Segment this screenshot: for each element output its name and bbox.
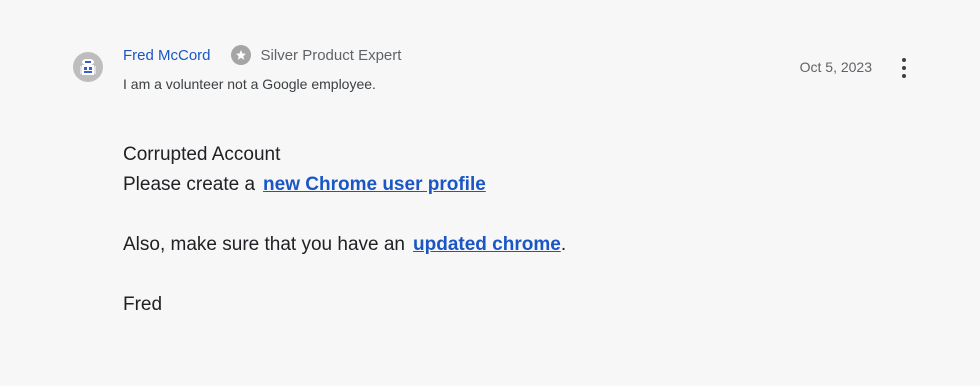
body-line-update-suffix: .	[560, 234, 567, 255]
star-icon	[230, 45, 251, 65]
body-line-heading: Corrupted Account	[123, 144, 281, 165]
body-line-update-text: Also, make sure that you have an	[123, 234, 405, 255]
author-avatar[interactable]	[73, 52, 103, 82]
body-line-profile-text: Please create a	[123, 174, 256, 195]
signature: Fred	[123, 294, 163, 315]
expert-badge-label: Silver Product Expert	[260, 46, 402, 64]
body-line-profile: Please create a new Chrome user profile	[123, 170, 566, 200]
post-date: Oct 5, 2023	[799, 59, 872, 75]
author-name-link[interactable]: Fred McCord	[123, 47, 211, 64]
forum-reply: Fred McCord Silver Product Expert I am a…	[0, 0, 980, 386]
robot-avatar-icon	[80, 59, 96, 75]
author-disclaimer: I am a volunteer not a Google employee.	[123, 76, 376, 92]
post-body: Corrupted Account Please create a new Chr…	[123, 140, 566, 320]
body-line-update: Also, make sure that you have an updated …	[123, 230, 566, 260]
new-chrome-profile-link[interactable]: new Chrome user profile	[263, 174, 486, 195]
author-header: Fred McCord Silver Product Expert	[123, 44, 401, 66]
more-vert-icon[interactable]	[892, 56, 916, 80]
updated-chrome-link[interactable]: updated chrome	[413, 234, 561, 255]
